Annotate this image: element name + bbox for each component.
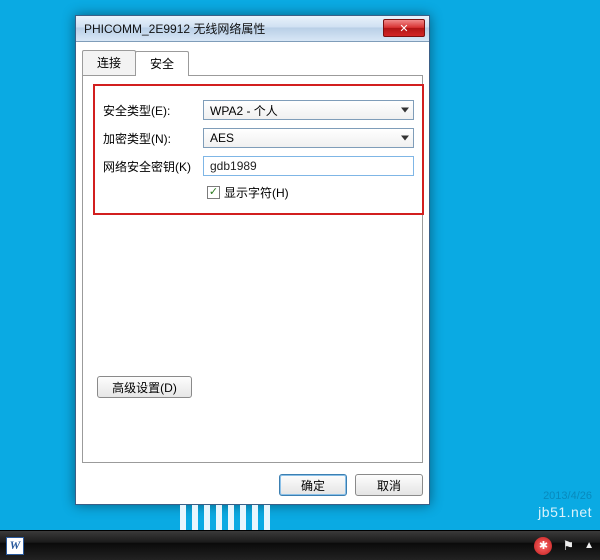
tab-security[interactable]: 安全	[135, 51, 189, 76]
word-app-icon[interactable]: W	[6, 537, 24, 555]
chevron-down-icon	[401, 136, 409, 141]
encryption-type-value: AES	[210, 131, 234, 145]
security-panel: 安全类型(E): WPA2 - 个人 加密类型(N): AES 网络安全密钥(K…	[82, 75, 423, 463]
close-button[interactable]: ✕	[383, 19, 425, 37]
system-tray: ✱ ⚑ ▲	[534, 537, 594, 555]
titlebar[interactable]: PHICOMM_2E9912 无线网络属性 ✕	[76, 16, 429, 42]
security-type-label: 安全类型(E):	[103, 102, 203, 119]
client-area: 连接 安全 安全类型(E): WPA2 - 个人 加密类型(N): AES	[82, 50, 423, 460]
tab-connect[interactable]: 连接	[82, 50, 136, 75]
security-type-row: 安全类型(E): WPA2 - 个人	[103, 100, 414, 120]
security-type-select[interactable]: WPA2 - 个人	[203, 100, 414, 120]
show-hidden-icons-icon[interactable]: ▲	[584, 540, 594, 551]
taskbar-left: W	[6, 537, 24, 555]
show-chars-row: ✓ 显示字符(H)	[207, 184, 414, 201]
window-title: PHICOMM_2E9912 无线网络属性	[84, 20, 265, 37]
advanced-settings-button[interactable]: 高级设置(D)	[97, 376, 192, 398]
network-key-label: 网络安全密钥(K)	[103, 158, 203, 175]
network-tray-icon[interactable]: ✱	[534, 537, 552, 555]
network-key-row: 网络安全密钥(K) gdb1989	[103, 156, 414, 176]
close-icon: ✕	[399, 22, 408, 35]
overlay-date: 2013/4/26	[543, 490, 592, 502]
cancel-button[interactable]: 取消	[355, 474, 423, 496]
taskbar: W ✱ ⚑ ▲	[0, 530, 600, 560]
encryption-type-row: 加密类型(N): AES	[103, 128, 414, 148]
highlighted-region: 安全类型(E): WPA2 - 个人 加密类型(N): AES 网络安全密钥(K…	[93, 84, 424, 215]
tabs: 连接 安全	[82, 50, 423, 75]
check-icon: ✓	[209, 187, 218, 198]
security-type-value: WPA2 - 个人	[210, 102, 278, 119]
ok-button[interactable]: 确定	[279, 474, 347, 496]
network-key-field[interactable]: gdb1989	[203, 156, 414, 176]
action-center-icon[interactable]: ⚑	[562, 538, 574, 554]
chevron-down-icon	[401, 108, 409, 113]
network-key-value: gdb1989	[210, 159, 257, 173]
encryption-type-select[interactable]: AES	[203, 128, 414, 148]
show-chars-checkbox[interactable]: ✓	[207, 186, 220, 199]
watermark-text: jb51.net	[538, 504, 592, 520]
dialog-buttons: 确定 取消	[82, 474, 423, 496]
encryption-type-label: 加密类型(N):	[103, 130, 203, 147]
wifi-properties-dialog: PHICOMM_2E9912 无线网络属性 ✕ 连接 安全 安全类型(E): W…	[75, 15, 430, 505]
show-chars-label: 显示字符(H)	[224, 184, 289, 201]
